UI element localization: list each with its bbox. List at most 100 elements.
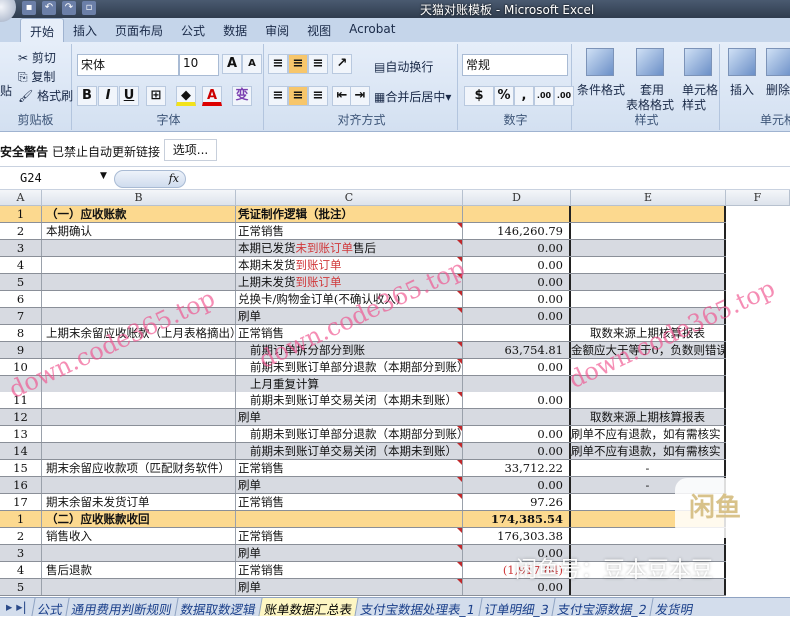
column-header-b[interactable]: B <box>42 190 236 206</box>
row-header[interactable]: 3 <box>0 545 42 561</box>
row-header[interactable]: 5 <box>0 273 42 290</box>
cut-button[interactable]: ✂ 剪切 <box>18 49 56 66</box>
cell-d[interactable]: 0.00 <box>463 426 571 443</box>
row-header[interactable]: 17 <box>0 494 42 511</box>
cell-c[interactable]: 正常销售 <box>236 494 463 511</box>
tab-insert[interactable]: 插入 <box>64 18 106 42</box>
cell-b[interactable] <box>42 409 236 426</box>
sheet-tab[interactable]: 通用费用判断规则 <box>65 598 178 617</box>
cell-d[interactable]: 0.00 <box>463 477 571 494</box>
tab-view[interactable]: 视图 <box>298 18 340 42</box>
cell-d[interactable]: 0.00 <box>463 443 571 460</box>
column-header-f[interactable]: F <box>726 190 790 206</box>
cell-c[interactable]: 正常销售 <box>236 222 463 239</box>
merge-center-button[interactable]: ▦合并后居中▾ <box>374 88 451 105</box>
name-box[interactable]: G24 <box>20 171 110 185</box>
cell-e[interactable] <box>571 222 726 239</box>
row-header[interactable]: 8 <box>0 324 42 341</box>
sheet-tab[interactable]: 订单明细_3 <box>477 598 555 617</box>
cell-e[interactable] <box>571 307 726 324</box>
align-middle-icon[interactable]: ≡ <box>288 54 308 74</box>
font-name-select[interactable]: 宋体 <box>77 54 179 76</box>
cell-b[interactable] <box>42 358 236 375</box>
paste-button[interactable]: 贴 <box>0 82 12 99</box>
row-header[interactable]: 1 <box>0 206 42 222</box>
cell-d[interactable]: 0.00 <box>463 392 571 409</box>
redo-icon[interactable]: ↷ <box>62 1 76 15</box>
row-header[interactable]: 2 <box>0 222 42 239</box>
cell-c[interactable]: 前期未到账订单部分退款（本期部分到账） <box>236 358 463 375</box>
cell-b[interactable]: 期末余留应收款项（匹配财务软件） <box>42 460 236 477</box>
options-button[interactable]: 选项... <box>164 139 217 161</box>
name-box-dropdown-icon[interactable]: ▼ <box>100 171 107 181</box>
sheet-tab[interactable]: 数据取数逻辑 <box>174 598 262 617</box>
cell-b[interactable] <box>42 290 236 307</box>
undo-icon[interactable]: ↶ <box>42 1 56 15</box>
cell-e[interactable] <box>571 273 726 290</box>
row-header[interactable]: 2 <box>0 528 42 545</box>
cell-c[interactable]: 刷单 <box>236 307 463 324</box>
percent-button[interactable]: % <box>494 86 514 106</box>
cell-d[interactable] <box>463 324 571 341</box>
sheet-tab[interactable]: 支付宝源数据_2 <box>551 598 653 617</box>
cell-c[interactable]: 刷单 <box>236 409 463 426</box>
italic-button[interactable]: I <box>98 86 118 106</box>
cell-e[interactable]: - <box>571 460 726 477</box>
decrease-indent-icon[interactable]: ⇤ <box>332 86 352 106</box>
cell-c[interactable]: 正常销售 <box>236 561 463 578</box>
phonetic-button[interactable]: 变 <box>232 86 252 106</box>
cell-b[interactable]: 售后退款 <box>42 561 236 578</box>
row-header[interactable]: 12 <box>0 409 42 426</box>
cell-d[interactable]: 0.00 <box>463 256 571 273</box>
cell-b[interactable] <box>42 392 236 409</box>
wrap-text-button[interactable]: ▤自动换行 <box>374 58 433 75</box>
cell-d[interactable]: 0.00 <box>463 290 571 307</box>
tab-page-layout[interactable]: 页面布局 <box>106 18 172 42</box>
row-header[interactable] <box>0 375 42 392</box>
cell-b[interactable]: 上期末余留应收账款（上月表格摘出） <box>42 324 236 341</box>
shrink-font-button[interactable]: A <box>242 54 262 74</box>
row-header[interactable]: 15 <box>0 460 42 477</box>
tab-home[interactable]: 开始 <box>20 18 65 42</box>
cell-c[interactable]: 本期已发货未到账订单售后 <box>236 239 463 256</box>
cell-d[interactable]: 0.00 <box>463 273 571 290</box>
cell-b[interactable]: 期末余留未发货订单 <box>42 494 236 511</box>
underline-button[interactable]: U <box>119 86 139 106</box>
cell-b[interactable] <box>42 256 236 273</box>
sheet-tab[interactable]: 支付宝数据处理表_1 <box>354 598 482 617</box>
cell-c[interactable]: 刷单 <box>236 578 463 595</box>
row-header[interactable]: 9 <box>0 341 42 358</box>
row-header[interactable]: 11 <box>0 392 42 409</box>
cell-d[interactable] <box>463 375 571 392</box>
row-header[interactable]: 1 <box>0 511 42 528</box>
cell-b[interactable] <box>42 545 236 561</box>
cell-d[interactable] <box>463 206 571 222</box>
sheet-tab-active[interactable]: 账单数据汇总表 <box>258 598 358 617</box>
cell-b[interactable] <box>42 375 236 392</box>
cell-d[interactable]: 176,303.38 <box>463 528 571 545</box>
cell-d[interactable]: 0.00 <box>463 307 571 324</box>
row-header[interactable]: 3 <box>0 239 42 256</box>
cell-c[interactable]: 上月重复计算 <box>236 375 463 392</box>
row-header[interactable]: 7 <box>0 307 42 324</box>
cell-c[interactable]: 前期未到账订单部分退款（本期部分到账） <box>236 426 463 443</box>
copy-button[interactable]: ⎘ 复制 <box>18 68 55 85</box>
conditional-format-button[interactable]: 条件格式 <box>577 81 625 98</box>
cell-e[interactable] <box>571 256 726 273</box>
column-header-a[interactable]: A <box>0 190 42 206</box>
cell-b[interactable] <box>42 477 236 494</box>
cell-c[interactable]: 刷单 <box>236 477 463 494</box>
row-header[interactable]: 4 <box>0 561 42 578</box>
cell-c[interactable]: 前期未到账订单交易关闭（本期未到账） <box>236 392 463 409</box>
decrease-decimal-button[interactable]: .00 <box>554 86 574 106</box>
cell-d[interactable]: 146,260.79 <box>463 222 571 239</box>
bold-button[interactable]: B <box>77 86 97 106</box>
column-header-e[interactable]: E <box>571 190 726 206</box>
align-center-icon[interactable]: ≡ <box>288 86 308 106</box>
cell-c[interactable]: 正常销售 <box>236 324 463 341</box>
format-painter-button[interactable]: 🖌 格式刷 <box>18 87 73 104</box>
currency-icon[interactable]: $ <box>464 86 494 106</box>
insert-cells-button[interactable]: 插入 <box>730 81 754 98</box>
insert-function-button[interactable]: fx <box>114 170 186 188</box>
sheet-tab[interactable]: 公式 <box>31 598 69 617</box>
